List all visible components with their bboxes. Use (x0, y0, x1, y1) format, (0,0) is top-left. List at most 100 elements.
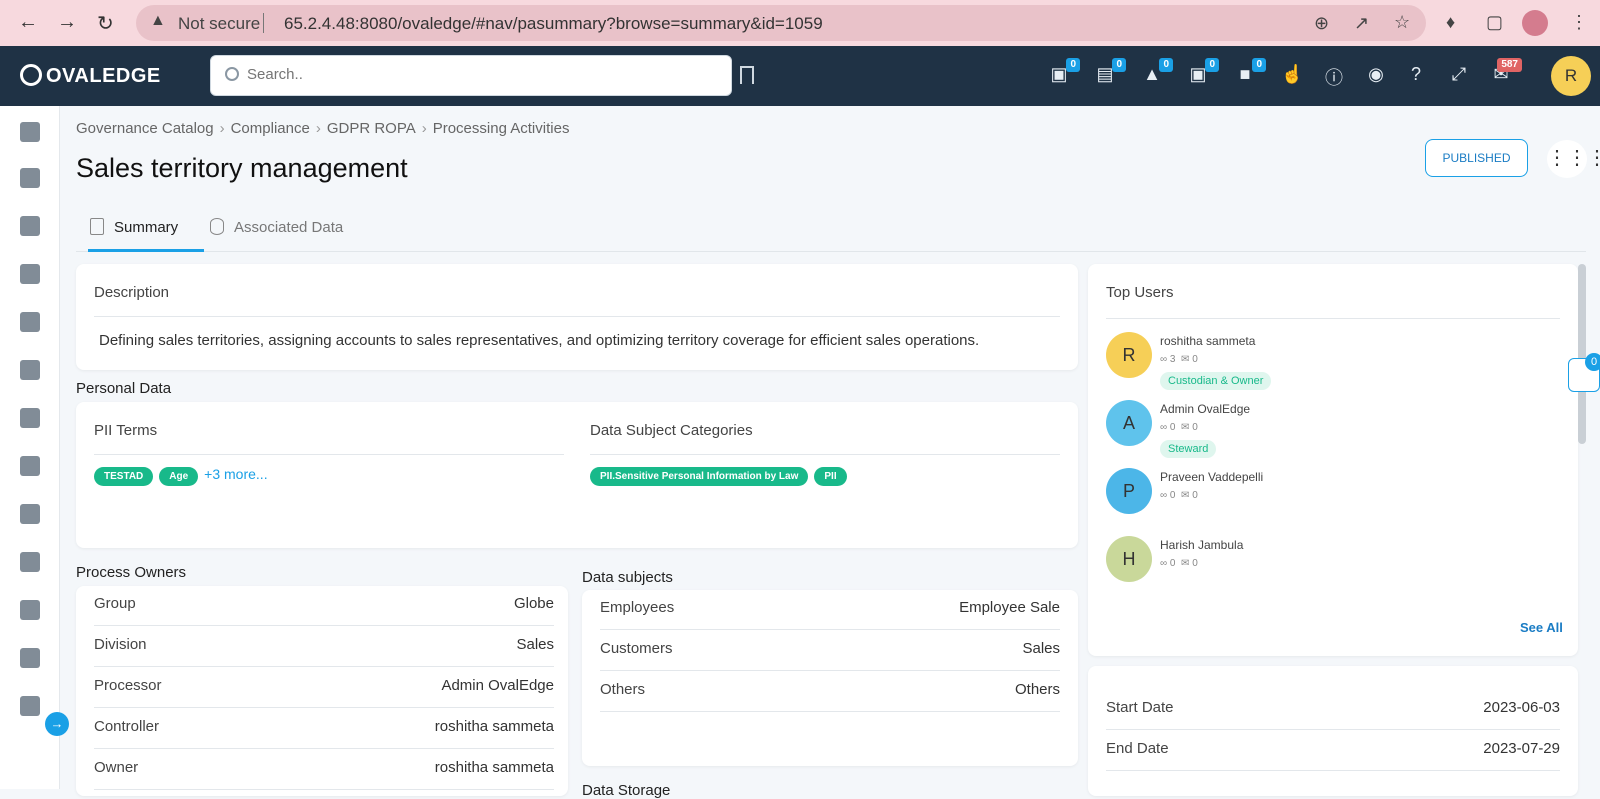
reload-icon[interactable]: ↻ (97, 11, 114, 36)
query-icon[interactable]: ▣ 0 (1187, 58, 1219, 88)
bookmark-icon[interactable] (740, 66, 754, 84)
user-entry[interactable]: A Admin OvalEdge ∞ 0 ✉ 0 Steward (1106, 400, 1546, 464)
profile-avatar[interactable] (1522, 10, 1548, 36)
database-icon[interactable]: ▤ 0 (1094, 58, 1126, 88)
subject-row: Customers Sales (600, 631, 1060, 671)
expand-nav-button[interactable]: → (45, 712, 69, 736)
breadcrumb-item[interactable]: Compliance (231, 120, 310, 137)
category-chip[interactable]: PII.Sensitive Personal Information by La… (590, 467, 809, 486)
row-key: End Date (1106, 740, 1169, 757)
back-icon[interactable]: ← (18, 11, 38, 34)
glossary-icon[interactable] (20, 312, 40, 332)
breadcrumb-item[interactable]: Governance Catalog (76, 120, 214, 137)
user-name[interactable]: Admin OvalEdge (1160, 402, 1250, 416)
access-icon[interactable] (20, 456, 40, 476)
category-chip[interactable]: PII (814, 467, 847, 486)
report-icon[interactable] (20, 360, 40, 380)
star-icon[interactable]: ☆ (1394, 12, 1410, 33)
apps-grid-icon[interactable]: ⋮⋮⋮ (1547, 140, 1600, 178)
scrollbar[interactable] (1578, 264, 1586, 444)
forward-icon[interactable]: → (57, 11, 77, 34)
contacts-icon[interactable] (20, 600, 40, 620)
hand-icon[interactable]: ☝ (1281, 64, 1303, 88)
menu-icon[interactable]: ⋮ (1570, 12, 1588, 33)
user-entry[interactable]: R roshitha sammeta ∞ 3 ✉ 0 Custodian & O… (1106, 332, 1546, 396)
badge: 0 (1159, 58, 1173, 72)
chrome-icon[interactable]: ◉ (1365, 64, 1387, 88)
help-icon[interactable]: ? (1405, 64, 1427, 88)
browser-toolbar: ← → ↻ ▲ Not secure 65.2.4.48:8080/ovaled… (0, 0, 1600, 46)
warning-icon: ▲ (150, 12, 166, 29)
date-row: Start Date 2023-06-03 (1106, 690, 1560, 730)
divider (1106, 318, 1560, 319)
book-icon[interactable] (20, 264, 40, 284)
chat-badge: 0 (1585, 353, 1600, 371)
see-all-link[interactable]: See All (1520, 620, 1563, 635)
code-editor-icon[interactable] (20, 696, 40, 716)
data-quality-icon[interactable] (20, 552, 40, 572)
owner-row: Group Globe (94, 586, 554, 626)
status-button[interactable]: PUBLISHED (1425, 139, 1528, 177)
not-secure-label: Not secure (178, 14, 261, 33)
sidepanel-icon[interactable]: ▢ (1486, 12, 1503, 33)
user-avatar[interactable]: R (1551, 56, 1591, 96)
home-icon[interactable] (20, 122, 40, 142)
user-entry[interactable]: P Praveen Vaddepelli ∞ 0 ✉ 0 (1106, 468, 1546, 532)
pii-terms-list: TESTAD Age +3 more... (94, 466, 268, 486)
code-icon[interactable]: ▣ 0 (1048, 58, 1080, 88)
row-value: Others (1014, 681, 1060, 698)
mail-icon[interactable]: ✉ 587 (1490, 58, 1522, 88)
process-owners-title: Process Owners (76, 564, 187, 581)
tab-label: Summary (114, 219, 179, 236)
more-link[interactable]: +3 more... (204, 466, 267, 482)
url-text[interactable]: 65.2.4.48:8080/ovaledge/#nav/pasummary?b… (284, 14, 823, 34)
tab-summary[interactable]: Summary (88, 208, 204, 252)
search-input[interactable] (247, 66, 707, 83)
folder-icon[interactable] (20, 648, 40, 668)
checklist-icon[interactable] (20, 408, 40, 428)
extensions-icon[interactable]: ♦ (1446, 12, 1455, 33)
data-storage-title: Data Storage (582, 782, 671, 799)
divider (263, 13, 264, 33)
zoom-icon[interactable]: ⊕ (1314, 13, 1329, 34)
user-name[interactable]: Harish Jambula (1160, 538, 1243, 552)
divider (94, 454, 564, 455)
avatar: R (1106, 332, 1152, 378)
description-label: Description (94, 284, 170, 301)
row-key: Employees (600, 599, 675, 616)
lock-icon[interactable]: ■ 0 (1234, 58, 1266, 88)
breadcrumb-item[interactable]: Processing Activities (433, 120, 570, 137)
top-users-title: Top Users (1106, 284, 1174, 301)
breadcrumb: Governance Catalog › Compliance › GDPR ROPA ›… (76, 120, 570, 137)
chat-icon[interactable]: 0 (1568, 353, 1600, 392)
address-bar[interactable]: ▲ Not secure 65.2.4.48:8080/ovaledge/#na… (136, 5, 1426, 41)
pii-term-chip[interactable]: Age (159, 467, 199, 486)
search-box[interactable] (210, 55, 732, 96)
user-entry[interactable]: H Harish Jambula ∞ 0 ✉ 0 (1106, 536, 1546, 600)
logo-icon (20, 64, 42, 86)
date-row: End Date 2023-07-29 (1106, 731, 1560, 771)
fullscreen-icon[interactable]: ⤢ (1448, 64, 1470, 88)
share-icon[interactable]: ↗ (1354, 13, 1369, 34)
row-key: Controller (94, 718, 160, 735)
personal-data-card: PII Terms TESTAD Age +3 more... Data Subje… (76, 402, 1078, 548)
logo[interactable]: OVALEDGE (20, 64, 161, 88)
info-icon[interactable]: ⓘ (1323, 64, 1345, 88)
row-key: Division (94, 636, 147, 653)
user-stats: ∞ 0 ✉ 0 (1160, 490, 1198, 501)
avatar: P (1106, 468, 1152, 514)
user-name[interactable]: roshitha sammeta (1160, 334, 1255, 348)
user-stats: ∞ 3 ✉ 0 (1160, 354, 1198, 365)
pii-term-chip[interactable]: TESTAD (94, 467, 154, 486)
tag-icon[interactable] (20, 168, 40, 188)
badge: 0 (1066, 58, 1080, 72)
data-subjects-card: Employees Employee Sale Customers Sales Ot… (582, 590, 1078, 766)
catalog-icon[interactable] (20, 216, 40, 236)
alert-icon[interactable]: ▲ 0 (1141, 58, 1173, 88)
user-name[interactable]: Praveen Vaddepelli (1160, 470, 1263, 484)
data-subject-categories-list: PII.Sensitive Personal Information by La… (590, 466, 853, 486)
governance-icon[interactable] (20, 504, 40, 524)
breadcrumb-item[interactable]: GDPR ROPA (327, 120, 416, 137)
dates-card: Start Date 2023-06-03 End Date 2023-07-29 (1088, 666, 1578, 796)
tab-associated-data[interactable]: Associated Data (210, 208, 370, 252)
